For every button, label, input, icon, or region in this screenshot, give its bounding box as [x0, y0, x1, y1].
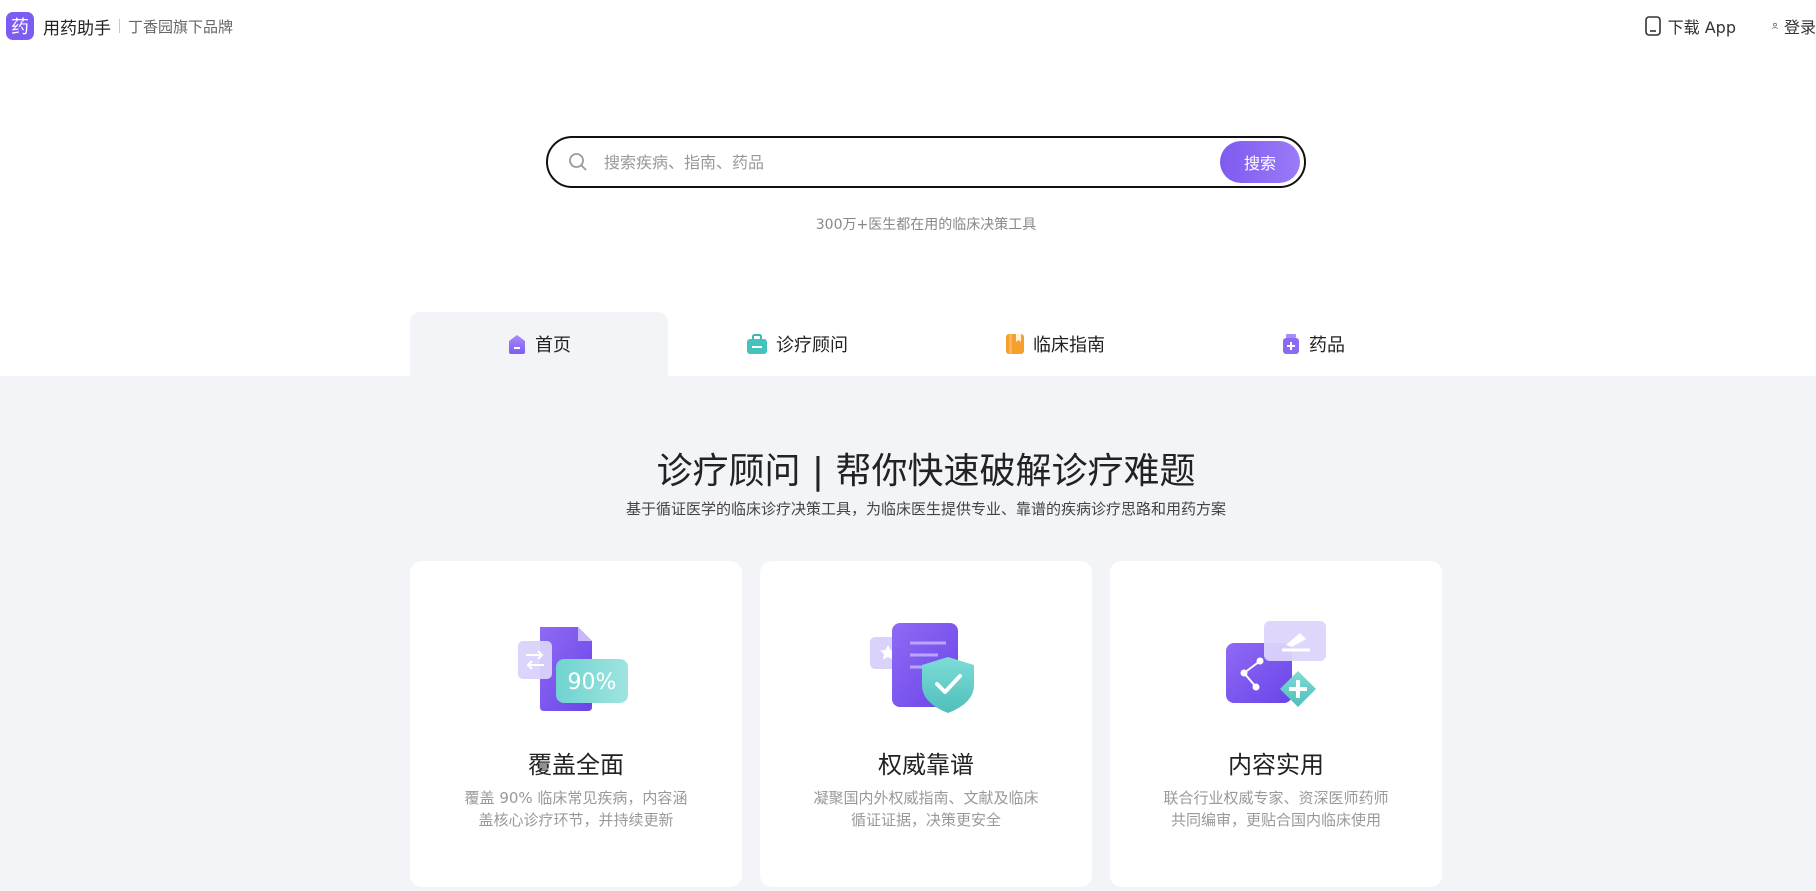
logo-icon: 药	[6, 12, 34, 40]
tab-home[interactable]: 首页	[410, 312, 668, 376]
home-icon	[509, 335, 525, 354]
section-subtitle: 基于循证医学的临床诊疗决策工具，为临床医生提供专业、靠谱的疾病诊疗思路和用药方案	[625, 500, 1226, 518]
coverage-badge: 90%	[568, 670, 617, 695]
tablet-icon	[1644, 16, 1661, 36]
book-icon	[1006, 334, 1024, 354]
tab-label: 药品	[1309, 335, 1345, 356]
feature-card-practical: 内容实用 联合行业权威专家、资深医师药师共同编审，更贴合国内临床使用	[1110, 561, 1442, 887]
documents-coverage-icon: 90%	[518, 627, 628, 711]
sub-brand: 丁香园旗下品牌	[128, 17, 234, 36]
tab-label: 首页	[535, 335, 571, 356]
tagline: 300万+医生都在用的临床决策工具	[815, 217, 1037, 233]
search-bar: 搜索	[546, 136, 1306, 188]
search-input[interactable]	[604, 150, 1164, 174]
tab-label: 诊疗顾问	[776, 335, 848, 356]
share-plus-icon	[1226, 621, 1326, 707]
header-actions: 下载 App 登录	[1644, 14, 1816, 38]
top-header: 药 用药助手 丁香园旗下品牌 下载 App 登录	[0, 0, 1816, 52]
download-app-label: 下载 App	[1667, 18, 1736, 37]
section-title: 诊疗顾问 | 帮你快速破解诊疗难题	[656, 451, 1196, 492]
tab-clinical-guidelines[interactable]: 临床指南	[926, 312, 1184, 376]
shield-check-icon	[870, 623, 974, 713]
search-button[interactable]: 搜索	[1220, 141, 1300, 183]
card-description: 覆盖 90% 临床常见疾病，内容涵盖核心诊疗环节，并持续更新	[464, 789, 688, 829]
tab-label: 临床指南	[1033, 335, 1105, 356]
app-name: 用药助手	[43, 18, 111, 39]
feature-card-coverage: 90% 覆盖全面 覆盖 90% 临床常见疾病，内容涵盖核心诊疗环节，并持续更新	[410, 561, 742, 887]
search-icon	[569, 153, 587, 171]
card-title: 覆盖全面	[528, 751, 624, 779]
tab-drugs[interactable]: 药品	[1184, 312, 1442, 376]
card-title: 权威靠谱	[878, 751, 974, 779]
login-label: 登录	[1783, 18, 1816, 37]
medical-kit-icon	[747, 334, 767, 354]
user-icon	[1772, 22, 1778, 30]
card-description: 凝聚国内外权威指南、文献及临床循证证据，决策更安全	[813, 789, 1039, 829]
login-link[interactable]: 登录	[1772, 14, 1816, 38]
nav-tabs: 首页 诊疗顾问 临床指南 药品	[410, 312, 1442, 376]
brand-logo[interactable]: 药 用药助手 丁香园旗下品牌	[6, 12, 233, 40]
card-title: 内容实用	[1228, 751, 1324, 779]
download-app-link[interactable]: 下载 App	[1644, 14, 1736, 38]
card-description: 联合行业权威专家、资深医师药师共同编审，更贴合国内临床使用	[1163, 789, 1389, 829]
page: 药 用药助手 丁香园旗下品牌 下载 App 登录 搜索疾病、指南、药品 搜索 3…	[0, 0, 1816, 891]
tab-diagnosis-advisor[interactable]: 诊疗顾问	[668, 312, 926, 376]
feature-card-authority: 权威靠谱 凝聚国内外权威指南、文献及临床循证证据，决策更安全	[760, 561, 1092, 887]
medicine-bottle-icon	[1283, 334, 1299, 354]
divider	[119, 19, 120, 33]
